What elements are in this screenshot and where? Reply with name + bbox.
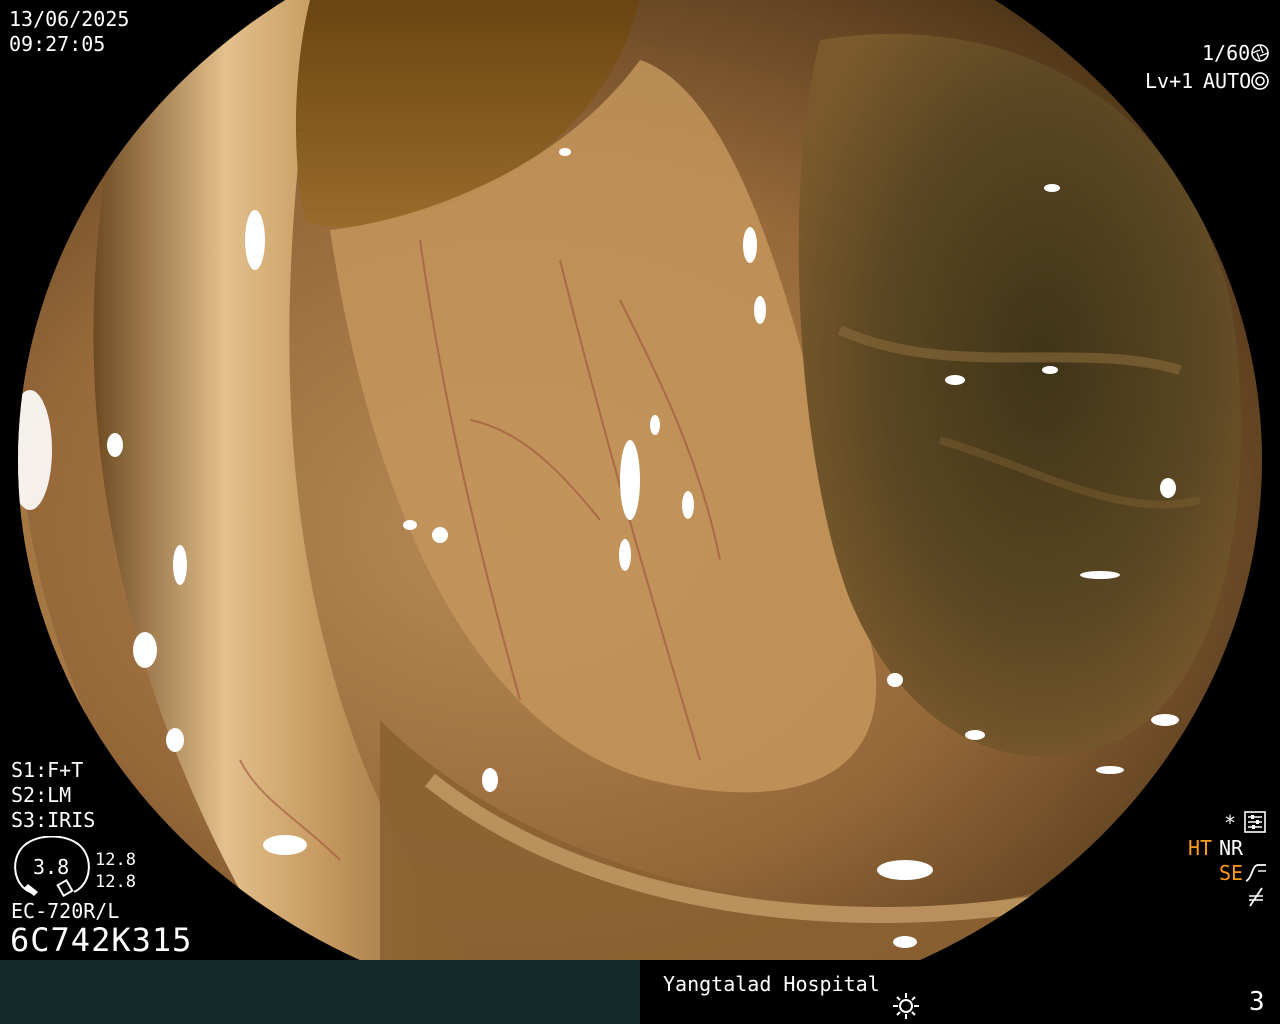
model-label: EC-720R/L <box>11 899 120 923</box>
s2-label: S2:LM <box>11 783 72 807</box>
s1-label: S1:F+T <box>11 758 84 782</box>
page-number: 3 <box>1249 987 1265 1017</box>
level-label: Lv+1 <box>1145 69 1194 93</box>
ht-label: HT <box>1188 836 1213 860</box>
mode-label: AUTO <box>1203 69 1252 93</box>
gauge-value: 3.8 <box>33 855 70 879</box>
gauge-top-value: 12.8 <box>95 850 136 870</box>
enhance-icon <box>1249 887 1263 907</box>
settings-icon <box>1244 811 1266 833</box>
se-label: SE <box>1219 861 1244 885</box>
nr-label: NR <box>1219 836 1244 860</box>
date-label: 13/06/2025 <box>9 7 130 31</box>
shutter-label: 1/60 <box>1202 41 1251 65</box>
light-icon <box>893 993 919 1019</box>
gauge-bottom-value: 12.8 <box>95 872 136 892</box>
time-label: 09:27:05 <box>9 32 106 56</box>
iris-icon <box>1251 72 1269 90</box>
asterisk-label: * <box>1224 811 1237 835</box>
hospital-name: Yangtalad Hospital <box>663 972 880 996</box>
endoscopy-image <box>18 0 1262 960</box>
aperture-icon <box>1251 44 1269 62</box>
serial-number: 6C742K315 <box>10 921 193 959</box>
curve-icon <box>1245 864 1266 882</box>
s3-label: S3:IRIS <box>11 808 96 832</box>
